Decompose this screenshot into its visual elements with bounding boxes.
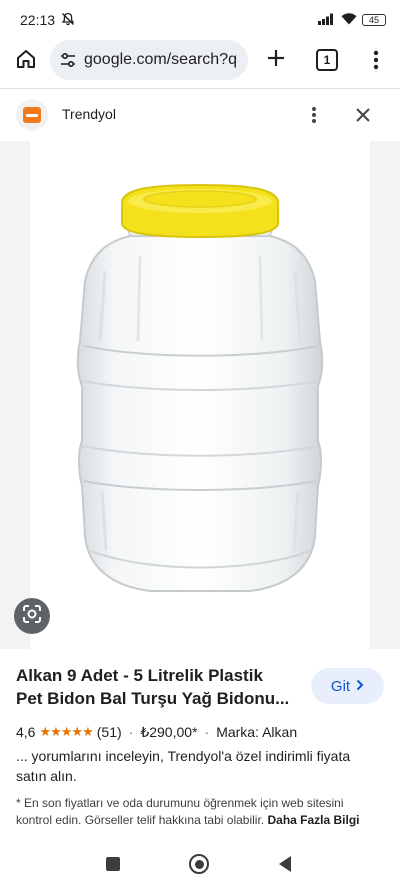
status-left: 22:13: [20, 12, 75, 29]
lens-button[interactable]: [14, 598, 50, 634]
browser-toolbar: google.com/search?q 1: [0, 40, 400, 82]
brand: Marka: Alkan: [216, 724, 298, 740]
signal-icon: [318, 13, 336, 28]
system-nav-bar: [0, 840, 400, 888]
product-description: ... yorumlarını inceleyin, Trendyol'a öz…: [16, 748, 351, 784]
battery-icon: 45: [362, 14, 386, 26]
separator: ·: [128, 724, 134, 740]
product-meta: 4,6 ★★★★★ (51) · ₺290,00* · Marka: Alkan: [16, 722, 386, 742]
mute-bell-icon: [61, 12, 75, 29]
wifi-icon: [341, 12, 357, 28]
back-icon[interactable]: [277, 855, 293, 873]
product-image[interactable]: [30, 141, 370, 649]
address-bar[interactable]: google.com/search?q: [50, 40, 248, 80]
visit-button[interactable]: Git: [311, 668, 384, 704]
status-right: 45: [318, 12, 386, 28]
home-icon: [15, 48, 37, 75]
tab-count: 1: [323, 53, 331, 67]
visit-button-label: Git: [330, 677, 351, 695]
rating-value: 4,6: [16, 724, 36, 740]
brand-badge-icon: [23, 107, 41, 123]
disclaimer: * En son fiyatları ve oda durumunu öğren…: [16, 795, 378, 829]
product-title-line2: Pet Bidon Bal Turşu Yağ Bidonu...: [16, 689, 290, 708]
chevron-right-icon: [356, 678, 364, 695]
more-vert-icon[interactable]: [302, 102, 326, 128]
plastic-jar-illustration: [76, 183, 324, 592]
source-header: Trendyol: [0, 89, 400, 141]
lens-icon: [21, 603, 43, 630]
overflow-menu-icon[interactable]: [364, 46, 388, 74]
url-text: google.com/search?q: [84, 51, 237, 68]
site-settings-icon[interactable]: [58, 50, 78, 70]
product-title-line1: Alkan 9 Adet - 5 Litrelik Plastik: [16, 666, 263, 685]
new-tab-icon: [266, 48, 286, 73]
rating-stars: ★★★★★: [39, 724, 93, 739]
status-bar: 22:13 45: [0, 0, 400, 40]
recents-icon[interactable]: [106, 857, 120, 871]
separator: ·: [204, 724, 210, 740]
review-count: (51): [96, 724, 122, 740]
product-title[interactable]: Alkan 9 Adet - 5 Litrelik Plastik Pet Bi…: [16, 664, 298, 710]
price: ₺290,00*: [140, 723, 198, 740]
battery-level: 45: [368, 14, 379, 25]
new-tab-button[interactable]: [262, 46, 290, 74]
tab-switcher-icon[interactable]: 1: [316, 49, 338, 71]
source-name[interactable]: Trendyol: [62, 106, 116, 122]
trendyol-logo: [16, 99, 48, 131]
image-preview-area: [0, 141, 400, 649]
close-icon[interactable]: [350, 102, 376, 128]
clock: 22:13: [20, 12, 56, 28]
home-button[interactable]: [12, 47, 40, 75]
more-info-link[interactable]: Daha Fazla Bilgi: [267, 813, 359, 827]
home-nav-icon[interactable]: [189, 854, 209, 874]
